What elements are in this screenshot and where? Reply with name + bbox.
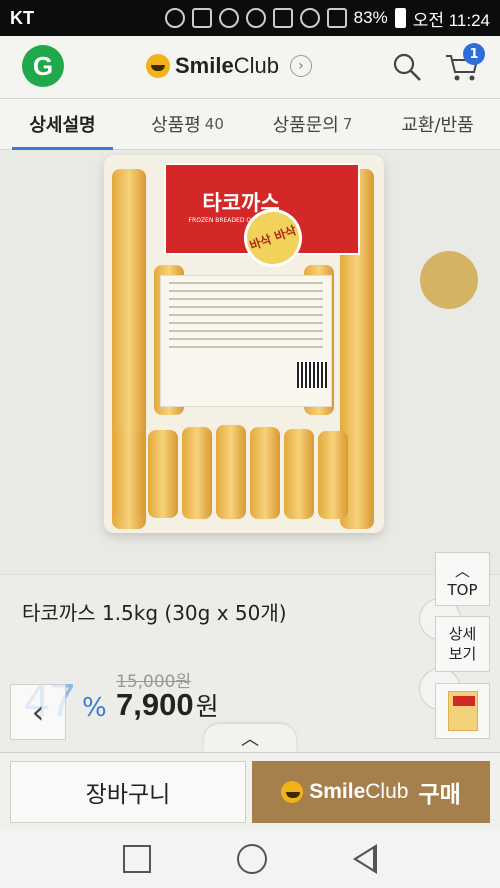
- view-detail-button[interactable]: 상세 보기: [435, 616, 490, 672]
- smileclub-link[interactable]: SmileClub ›: [146, 53, 312, 79]
- chevron-right-icon: ›: [289, 55, 312, 77]
- app-header: G SmileClub › 1: [0, 36, 500, 98]
- product-image[interactable]: 타코까스 FROZEN BREADED OCTOPUS CAKE 바삭 바삭: [0, 151, 500, 573]
- smile-logo-icon: [146, 54, 170, 78]
- detail-label-line2: 보기: [448, 645, 477, 663]
- buy-brand: SmileClub: [309, 780, 409, 803]
- detail-label-line1: 상세: [448, 625, 477, 643]
- product-title: 타코까스 1.5kg (30g x 50개): [22, 601, 287, 625]
- search-icon[interactable]: [392, 52, 422, 82]
- cart-count-badge: 1: [463, 43, 485, 65]
- tab-bar: 상세설명 상품평 40 상품문의 7 교환/반품: [0, 98, 500, 150]
- top-label: TOP: [447, 580, 478, 599]
- sale-price-unit: 원: [195, 693, 219, 721]
- wifi-icon: [299, 8, 320, 28]
- buy-label: 구매: [418, 782, 461, 808]
- status-icons: 83% 오전 11:24: [164, 6, 490, 31]
- battery-icon: [394, 8, 406, 28]
- back-icon[interactable]: [353, 844, 377, 874]
- smileclub-wordmark: SmileClub: [175, 53, 279, 78]
- tab-label: 교환/반품: [401, 115, 474, 136]
- gmarket-logo[interactable]: G: [22, 45, 64, 87]
- chevron-up-icon: ︿: [454, 561, 470, 580]
- tab-count: 40: [204, 115, 224, 133]
- sale-price-value: 7,900: [116, 687, 194, 722]
- purchase-action-bar: 장바구니 SmileClub 구매: [0, 752, 500, 830]
- discount-percent-sign: %: [82, 693, 107, 723]
- barcode: [297, 362, 327, 388]
- product-thumbnail: [447, 691, 478, 731]
- tab-label: 상품평: [151, 115, 201, 136]
- back-arrow-icon[interactable]: ‹: [10, 684, 66, 740]
- smile-overlay-icon: [420, 251, 478, 309]
- tab-label: 상세설명: [29, 115, 96, 136]
- status-bar: KT 83% 오전 11:24: [0, 0, 500, 36]
- mute-icon: [218, 8, 239, 28]
- product-package: 타코까스 FROZEN BREADED OCTOPUS CAKE 바삭 바삭: [104, 155, 384, 533]
- bluetooth-icon: [164, 8, 185, 28]
- nfc-icon: [191, 8, 212, 28]
- tab-exchange[interactable]: 교환/반품: [375, 99, 500, 149]
- system-nav-bar: [0, 830, 500, 888]
- alarm-icon: [245, 8, 266, 28]
- nutrition-panel: [160, 275, 332, 407]
- smile-logo-icon: [281, 781, 304, 803]
- battery-percent: 83%: [353, 8, 388, 27]
- add-to-cart-button[interactable]: 장바구니: [10, 761, 246, 823]
- tab-label: 상품문의: [272, 115, 339, 136]
- tab-questions[interactable]: 상품문의 7: [250, 99, 375, 149]
- clock: 오전 11:24: [412, 10, 490, 30]
- tab-count: 7: [342, 115, 353, 133]
- package-title: 타코까스: [202, 191, 280, 215]
- smileclub-buy-button[interactable]: SmileClub 구매: [252, 761, 490, 823]
- carrier-label: KT: [10, 7, 34, 28]
- tab-reviews[interactable]: 상품평 40: [125, 99, 250, 149]
- signal-icon: [326, 8, 347, 28]
- hd-icon: [272, 8, 293, 28]
- home-icon[interactable]: [237, 844, 267, 874]
- chevron-up-icon[interactable]: ︿: [204, 724, 296, 752]
- tab-detail[interactable]: 상세설명: [0, 99, 125, 150]
- sale-price: 7,900원: [116, 687, 219, 723]
- recent-apps-icon[interactable]: [123, 845, 151, 873]
- recent-item-thumbnail[interactable]: [435, 683, 490, 739]
- scroll-top-button[interactable]: ︿ TOP: [435, 552, 490, 606]
